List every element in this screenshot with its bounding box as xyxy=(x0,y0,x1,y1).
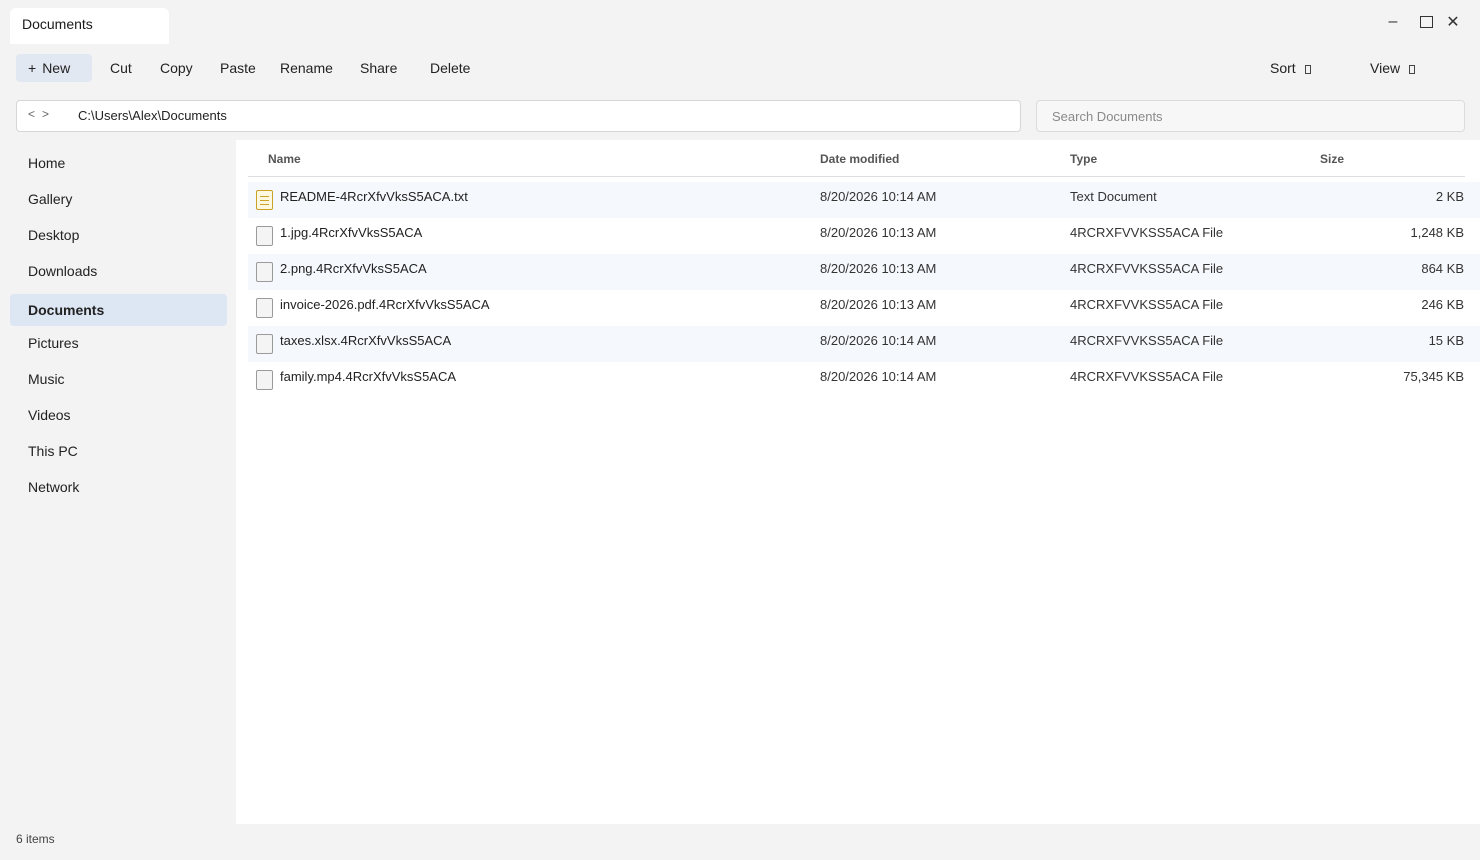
file-size: 246 KB xyxy=(1421,297,1464,312)
rename-button[interactable]: Rename xyxy=(280,54,333,82)
file-name: taxes.xlsx.4RcrXfvVksS5ACA xyxy=(280,333,452,348)
chevron-down-icon xyxy=(1409,64,1416,74)
close-button[interactable]: ✕ xyxy=(1441,10,1465,34)
new-button[interactable]: + New xyxy=(16,54,92,82)
plus-icon: + xyxy=(28,60,37,76)
file-name: invoice-2026.pdf.4RcrXfvVksS5ACA xyxy=(280,297,490,312)
file-name: 2.png.4RcrXfvVksS5ACA xyxy=(280,261,427,276)
file-date: 8/20/2026 10:14 AM xyxy=(820,189,937,204)
chevron-down-icon xyxy=(1304,64,1311,74)
file-date: 8/20/2026 10:14 AM xyxy=(820,333,937,348)
file-type: 4RCRXFVVKSS5ACA File xyxy=(1070,297,1224,312)
file-icon xyxy=(256,298,273,318)
file-list: Name Date modified Type Size README-4Rcr… xyxy=(236,140,1480,824)
copy-button[interactable]: Copy xyxy=(160,54,193,82)
file-date: 8/20/2026 10:13 AM xyxy=(820,225,937,240)
file-icon xyxy=(256,334,273,354)
sidebar-item-pictures[interactable]: Pictures xyxy=(10,327,227,359)
file-icon xyxy=(256,370,273,390)
tab-documents[interactable]: Documents xyxy=(10,8,169,44)
view-button[interactable]: View xyxy=(1370,54,1416,82)
sort-label: Sort xyxy=(1270,60,1296,76)
back-button[interactable]: < xyxy=(28,107,35,121)
command-toolbar: + New Cut Copy Paste Rename Share Delete … xyxy=(16,54,1480,82)
file-type: Text Document xyxy=(1070,189,1157,204)
address-path[interactable]: C:\Users\Alex\Documents xyxy=(78,108,227,123)
sidebar-item-videos[interactable]: Videos xyxy=(10,399,227,431)
file-size: 75,345 KB xyxy=(1403,369,1464,384)
view-label: View xyxy=(1370,60,1401,76)
file-date: 8/20/2026 10:13 AM xyxy=(820,297,937,312)
file-date: 8/20/2026 10:13 AM xyxy=(820,261,937,276)
search-input[interactable] xyxy=(1036,100,1465,132)
sidebar-item-desktop[interactable]: Desktop xyxy=(10,219,227,251)
column-header-date[interactable]: Date modified xyxy=(820,152,899,166)
file-type: 4RCRXFVVKSS5ACA File xyxy=(1070,369,1224,384)
tab-title: Documents xyxy=(22,16,93,32)
maximize-button[interactable] xyxy=(1414,10,1438,34)
sidebar-item-music[interactable]: Music xyxy=(10,363,227,395)
new-label: New xyxy=(42,60,71,76)
column-header-type[interactable]: Type xyxy=(1070,152,1097,166)
file-type: 4RCRXFVVKSS5ACA File xyxy=(1070,225,1224,240)
file-size: 1,248 KB xyxy=(1410,225,1465,240)
sort-button[interactable]: Sort xyxy=(1270,54,1311,82)
file-type: 4RCRXFVVKSS5ACA File xyxy=(1070,261,1224,276)
text-file-icon xyxy=(256,190,273,210)
file-icon xyxy=(256,262,273,282)
sidebar-item-this-pc[interactable]: This PC xyxy=(10,435,227,467)
sidebar-item-network[interactable]: Network xyxy=(10,471,227,503)
column-header-size[interactable]: Size xyxy=(1320,152,1344,166)
file-size: 15 KB xyxy=(1428,333,1464,348)
file-name: family.mp4.4RcrXfvVksS5ACA xyxy=(280,369,457,384)
file-row[interactable]: README-4RcrXfvVksS5ACA.txt 8/20/2026 10:… xyxy=(248,182,1480,218)
file-date: 8/20/2026 10:14 AM xyxy=(820,369,937,384)
delete-button[interactable]: Delete xyxy=(430,54,470,82)
minimize-icon: – xyxy=(1388,13,1398,30)
file-name: README-4RcrXfvVksS5ACA.txt xyxy=(280,189,468,204)
file-icon xyxy=(256,226,273,246)
sidebar-item-documents[interactable]: Documents xyxy=(10,294,227,326)
file-row[interactable]: family.mp4.4RcrXfvVksS5ACA 8/20/2026 10:… xyxy=(248,362,1480,398)
maximize-icon xyxy=(1419,16,1433,28)
address-bar[interactable]: < > C:\Users\Alex\Documents xyxy=(16,100,1021,132)
sidebar-item-gallery[interactable]: Gallery xyxy=(10,183,227,215)
forward-button[interactable]: > xyxy=(42,107,49,121)
file-row[interactable]: taxes.xlsx.4RcrXfvVksS5ACA 8/20/2026 10:… xyxy=(248,326,1480,362)
cut-button[interactable]: Cut xyxy=(110,54,132,82)
file-size: 2 KB xyxy=(1435,189,1464,204)
status-item-count: 6 items xyxy=(16,832,55,846)
file-type: 4RCRXFVVKSS5ACA File xyxy=(1070,333,1224,348)
file-name: 1.jpg.4RcrXfvVksS5ACA xyxy=(280,225,423,240)
file-row[interactable]: 1.jpg.4RcrXfvVksS5ACA 8/20/2026 10:13 AM… xyxy=(248,218,1480,254)
minimize-button[interactable]: – xyxy=(1381,10,1405,34)
file-row[interactable]: invoice-2026.pdf.4RcrXfvVksS5ACA 8/20/20… xyxy=(248,290,1480,326)
paste-button[interactable]: Paste xyxy=(220,54,256,82)
header-divider xyxy=(248,176,1465,177)
file-size: 864 KB xyxy=(1421,261,1464,276)
file-row[interactable]: 2.png.4RcrXfvVksS5ACA 8/20/2026 10:13 AM… xyxy=(248,254,1480,290)
share-button[interactable]: Share xyxy=(360,54,397,82)
close-icon: ✕ xyxy=(1446,14,1460,31)
sidebar-item-downloads[interactable]: Downloads xyxy=(10,255,227,287)
column-header-name[interactable]: Name xyxy=(268,152,301,166)
sidebar-item-home[interactable]: Home xyxy=(10,147,227,179)
